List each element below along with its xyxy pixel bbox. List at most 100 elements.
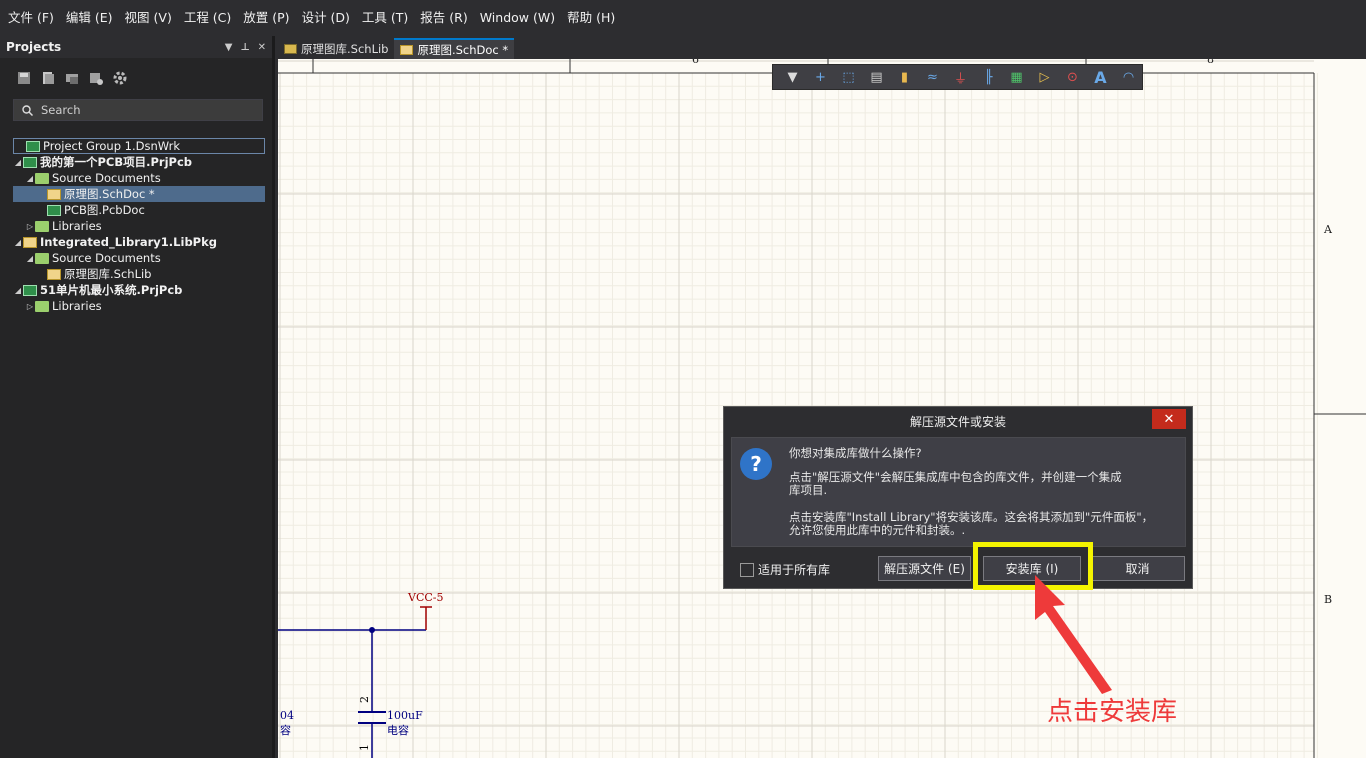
junction-dot (369, 627, 375, 633)
expand-icon[interactable]: ▷ (25, 222, 35, 231)
menu-item[interactable]: 帮助 (H) (561, 0, 621, 36)
projects-header: Projects ▼ ⊥ ✕ (0, 36, 272, 58)
dialog-title-bar: 解压源文件或安装 ✕ (724, 407, 1192, 435)
collapse-icon[interactable]: ◢ (13, 158, 23, 167)
arc-icon[interactable]: ◠ (1117, 67, 1140, 87)
project-settings-icon[interactable] (88, 70, 104, 86)
tab-schdoc[interactable]: 原理图.SchDoc * (394, 38, 515, 59)
tree-item-label: 原理图库.SchLib (64, 267, 152, 281)
dialog-paragraph-2: 点击安装库"Install Library"将安装该库。这会将其添加到"元件面板… (789, 510, 1154, 537)
partial-label: 容 (280, 724, 291, 737)
folder-icon (35, 300, 49, 312)
filter-icon[interactable]: ▼ (781, 67, 804, 87)
dialog-question: 你想对集成库做什么操作? (789, 446, 922, 460)
menu-item[interactable]: 工程 (C) (178, 0, 237, 36)
extract-or-install-dialog: 解压源文件或安装 ✕ ? 你想对集成库做什么操作? 点击"解压源文件"会解压集成… (723, 406, 1193, 589)
close-icon[interactable]: ✕ (258, 42, 266, 53)
capacitor-value[interactable]: 100uF (387, 709, 423, 722)
annotation-text: 点击安装库 (1047, 697, 1178, 727)
dialog-title: 解压源文件或安装 (909, 414, 1006, 429)
tree-item-label: Integrated_Library1.LibPkg (40, 235, 217, 249)
tab-label: 原理图.SchDoc * (417, 42, 509, 57)
extract-sources-button[interactable]: 解压源文件 (E) (878, 556, 971, 581)
directive-icon[interactable]: ⊙ (1061, 67, 1084, 87)
expand-icon[interactable]: ▷ (25, 302, 35, 311)
folder-icon (35, 252, 49, 264)
tree-item-label: Project Group 1.DsnWrk (43, 139, 181, 153)
tree-item-label: Libraries (52, 299, 102, 313)
tree-item-label: Source Documents (52, 251, 161, 265)
pcb-project-icon (23, 156, 37, 168)
project-tree: Project Group 1.DsnWrk ◢ 我的第一个PCB项目.PrjPcb… (13, 138, 265, 314)
tree-item[interactable]: ◢ Integrated_Library1.LibPkg (13, 234, 265, 250)
tree-item[interactable]: PCB图.PcbDoc (13, 202, 265, 218)
search-icon (22, 104, 33, 116)
port-icon[interactable]: ▷ (1033, 67, 1056, 87)
close-button[interactable]: ✕ (1152, 409, 1186, 429)
net-label-vcc[interactable]: VCC-5 (408, 591, 444, 604)
text-icon[interactable]: A (1089, 67, 1112, 87)
document-tabs: 原理图库.SchLib 原理图.SchDoc * (278, 36, 1366, 59)
menu-item[interactable]: 报告 (R) (414, 0, 473, 36)
tab-label: 原理图库.SchLib (301, 41, 389, 56)
tree-item[interactable]: ▷ Libraries (13, 298, 265, 314)
dropdown-icon[interactable]: ▼ (225, 42, 233, 53)
select-icon[interactable]: ⬚ (837, 67, 860, 87)
menu-item[interactable]: 工具 (T) (356, 0, 414, 36)
menu-item[interactable]: 视图 (V) (119, 0, 178, 36)
ruler-number: 8 (1207, 59, 1214, 66)
tree-item[interactable]: ◢ Source Documents (13, 250, 265, 266)
collapse-icon[interactable]: ◢ (25, 254, 35, 263)
menu-item[interactable]: 放置 (P) (237, 0, 295, 36)
apply-all-checkbox[interactable]: 适用于所有库 (740, 561, 830, 578)
projects-title: Projects (6, 40, 62, 54)
collapse-icon[interactable]: ◢ (25, 174, 35, 183)
tree-item[interactable]: 原理图.SchDoc * (13, 186, 265, 202)
tree-item[interactable]: Project Group 1.DsnWrk (13, 138, 265, 154)
part-icon[interactable]: ▦ (1005, 67, 1028, 87)
projects-panel: Projects ▼ ⊥ ✕ Search Project Group 1.Ds… (0, 36, 275, 758)
bus-icon[interactable]: ╟ (977, 67, 1000, 87)
search-input[interactable]: Search (13, 99, 263, 121)
menu-bar: 文件 (F) 编辑 (E) 视图 (V) 工程 (C) 放置 (P) 设计 (D) 工具 (… (0, 0, 1366, 36)
project-options-icon[interactable] (64, 70, 80, 86)
pcbdoc-icon (47, 204, 61, 216)
tree-item-label: PCB图.PcbDoc (64, 203, 145, 217)
menu-item[interactable]: Window (W) (474, 0, 561, 36)
folder-icon (35, 172, 49, 184)
save-icon[interactable] (16, 70, 32, 86)
align-icon[interactable]: ▤ (865, 67, 888, 87)
menu-item[interactable]: 文件 (F) (2, 0, 60, 36)
pin-icon[interactable]: ⊥ (240, 42, 249, 53)
tree-item[interactable]: ▷ Libraries (13, 218, 265, 234)
projects-toolbar (0, 58, 272, 98)
tab-schlib[interactable]: 原理图库.SchLib (278, 38, 394, 59)
wire-icon[interactable]: ≈ (921, 67, 944, 87)
schlib-icon (284, 43, 297, 54)
tree-item[interactable]: ◢ Source Documents (13, 170, 265, 186)
libpkg-icon (23, 236, 37, 248)
tree-item[interactable]: ◢ 51单片机最小系统.PrjPcb (13, 282, 265, 298)
tree-item[interactable]: ◢ 我的第一个PCB项目.PrjPcb (13, 154, 265, 170)
gear-icon[interactable] (112, 70, 128, 86)
tree-item-label: 51单片机最小系统.PrjPcb (40, 283, 183, 297)
tree-item-label: Source Documents (52, 171, 161, 185)
tree-item-label: Libraries (52, 219, 102, 233)
question-icon: ? (740, 448, 772, 480)
checkbox-box[interactable] (740, 562, 754, 577)
menu-item[interactable]: 编辑 (E) (60, 0, 119, 36)
border-zone-a: A (1324, 223, 1332, 236)
border-zone-b: B (1324, 593, 1333, 606)
tree-item[interactable]: 原理图库.SchLib (13, 266, 265, 282)
menu-item[interactable]: 设计 (D) (296, 0, 356, 36)
ground-icon[interactable]: ⏚ (949, 67, 972, 87)
folder-icon (35, 220, 49, 232)
schdoc-icon (400, 44, 414, 55)
cross-icon[interactable]: + (809, 67, 832, 87)
collapse-icon[interactable]: ◢ (13, 286, 23, 295)
component-icon[interactable]: ▮ (893, 67, 916, 87)
compile-icon[interactable] (40, 70, 56, 86)
collapse-icon[interactable]: ◢ (13, 238, 23, 247)
active-bar-toolbar: ▼ + ⬚ ▤ ▮ ≈ ⏚ ╟ ▦ ▷ ⊙ A ◠ (772, 64, 1143, 90)
capacitor-name[interactable]: 电容 (387, 722, 409, 738)
